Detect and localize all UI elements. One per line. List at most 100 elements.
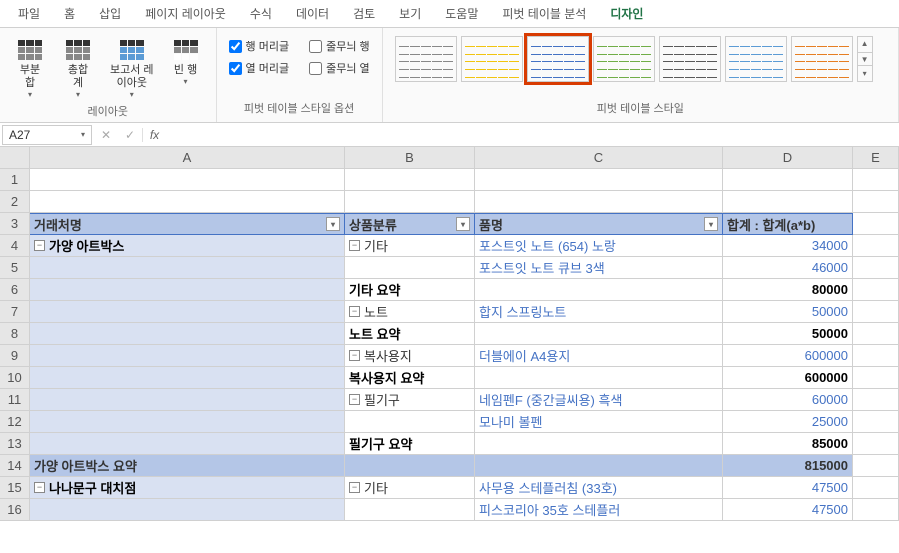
pivot-header-0[interactable]: 거래처명▾: [30, 213, 345, 235]
cell-C11[interactable]: 네임펜F (중간글씨용) 흑색: [475, 389, 723, 411]
cell-A1[interactable]: [30, 169, 345, 191]
cell-A9[interactable]: [30, 345, 345, 367]
spreadsheet-grid[interactable]: ABCDE123거래처명▾상품분류▾품명▾합계 : 합계(a*b)4−가양 아트…: [0, 147, 899, 521]
collapse-button[interactable]: −: [349, 240, 360, 251]
cell-A11[interactable]: [30, 389, 345, 411]
cell-A4[interactable]: −가양 아트박스: [30, 235, 345, 257]
cell-E3[interactable]: [853, 213, 899, 235]
row-header-14[interactable]: 14: [0, 455, 30, 477]
cell-A15[interactable]: −나나문구 대치점: [30, 477, 345, 499]
cell-C6[interactable]: [475, 279, 723, 301]
menu-review[interactable]: 검토: [343, 3, 385, 24]
banded-rows-checkbox[interactable]: 줄무늬 행: [305, 36, 374, 56]
cell-D5[interactable]: 46000: [723, 257, 853, 279]
row-header-7[interactable]: 7: [0, 301, 30, 323]
cell-D8[interactable]: 50000: [723, 323, 853, 345]
row-header-15[interactable]: 15: [0, 477, 30, 499]
cell-E6[interactable]: [853, 279, 899, 301]
row-header-10[interactable]: 10: [0, 367, 30, 389]
filter-button[interactable]: ▾: [704, 217, 718, 231]
cell-C15[interactable]: 사무용 스테플러침 (33호): [475, 477, 723, 499]
pivot-style-thumb-2[interactable]: [527, 36, 589, 82]
cell-E2[interactable]: [853, 191, 899, 213]
cell-C10[interactable]: [475, 367, 723, 389]
cell-E8[interactable]: [853, 323, 899, 345]
cell-D4[interactable]: 34000: [723, 235, 853, 257]
cell-E15[interactable]: [853, 477, 899, 499]
cell-C8[interactable]: [475, 323, 723, 345]
collapse-button[interactable]: −: [34, 240, 45, 251]
cell-D13[interactable]: 85000: [723, 433, 853, 455]
cell-A16[interactable]: [30, 499, 345, 521]
collapse-button[interactable]: −: [34, 482, 45, 493]
pivot-style-thumb-4[interactable]: [659, 36, 721, 82]
cell-D2[interactable]: [723, 191, 853, 213]
cell-D9[interactable]: 600000: [723, 345, 853, 367]
pivot-header-1[interactable]: 상품분류▾: [345, 213, 475, 235]
row-header-2[interactable]: 2: [0, 191, 30, 213]
blank-rows-button[interactable]: 빈 행 ▾: [164, 36, 208, 88]
cell-B1[interactable]: [345, 169, 475, 191]
cell-B9[interactable]: −복사용지: [345, 345, 475, 367]
cell-B5[interactable]: [345, 257, 475, 279]
menu-file[interactable]: 파일: [8, 3, 50, 24]
row-header-5[interactable]: 5: [0, 257, 30, 279]
pivot-style-thumb-5[interactable]: [725, 36, 787, 82]
cell-C7[interactable]: 합지 스프링노트: [475, 301, 723, 323]
cell-E13[interactable]: [853, 433, 899, 455]
cell-C1[interactable]: [475, 169, 723, 191]
menu-home[interactable]: 홈: [54, 3, 85, 24]
cell-B7[interactable]: −노트: [345, 301, 475, 323]
menu-insert[interactable]: 삽입: [89, 3, 131, 24]
col-header-E[interactable]: E: [853, 147, 899, 169]
cell-E1[interactable]: [853, 169, 899, 191]
cell-B11[interactable]: −필기구: [345, 389, 475, 411]
collapse-button[interactable]: −: [349, 482, 360, 493]
col-header-B[interactable]: B: [345, 147, 475, 169]
menu-formulas[interactable]: 수식: [240, 3, 282, 24]
cell-A14[interactable]: 가양 아트박스 요약: [30, 455, 345, 477]
cell-A2[interactable]: [30, 191, 345, 213]
cell-C4[interactable]: 포스트잇 노트 (654) 노랑: [475, 235, 723, 257]
cell-A10[interactable]: [30, 367, 345, 389]
row-header-11[interactable]: 11: [0, 389, 30, 411]
cell-B6[interactable]: 기타 요약: [345, 279, 475, 301]
filter-button[interactable]: ▾: [456, 217, 470, 231]
cell-E9[interactable]: [853, 345, 899, 367]
fx-icon[interactable]: fx: [142, 128, 166, 142]
cell-D1[interactable]: [723, 169, 853, 191]
cell-C2[interactable]: [475, 191, 723, 213]
cell-B4[interactable]: −기타: [345, 235, 475, 257]
row-header-13[interactable]: 13: [0, 433, 30, 455]
scroll-up-icon[interactable]: ▲: [858, 37, 872, 51]
pivot-header-3[interactable]: 합계 : 합계(a*b): [723, 213, 853, 235]
cell-D16[interactable]: 47500: [723, 499, 853, 521]
cell-C5[interactable]: 포스트잇 노트 큐브 3색: [475, 257, 723, 279]
row-header-8[interactable]: 8: [0, 323, 30, 345]
col-header-A[interactable]: A: [30, 147, 345, 169]
cell-D7[interactable]: 50000: [723, 301, 853, 323]
cell-C12[interactable]: 모나미 볼펜: [475, 411, 723, 433]
name-box[interactable]: A27 ▾: [2, 125, 92, 145]
cell-B10[interactable]: 복사용지 요약: [345, 367, 475, 389]
cell-C14[interactable]: [475, 455, 723, 477]
enter-formula-button[interactable]: ✓: [118, 128, 142, 142]
row-header-9[interactable]: 9: [0, 345, 30, 367]
cell-C16[interactable]: 피스코리아 35호 스테플러: [475, 499, 723, 521]
cell-D14[interactable]: 815000: [723, 455, 853, 477]
cell-B2[interactable]: [345, 191, 475, 213]
pivot-style-thumb-6[interactable]: [791, 36, 853, 82]
style-gallery-scroll[interactable]: ▲▼▾: [857, 36, 873, 82]
menu-pivot-analyze[interactable]: 피벗 테이블 분석: [492, 3, 596, 24]
collapse-button[interactable]: −: [349, 394, 360, 405]
menu-design[interactable]: 디자인: [600, 3, 653, 24]
formula-input[interactable]: [166, 126, 899, 144]
cell-E5[interactable]: [853, 257, 899, 279]
cell-E14[interactable]: [853, 455, 899, 477]
filter-button[interactable]: ▾: [326, 217, 340, 231]
cell-A13[interactable]: [30, 433, 345, 455]
cell-B14[interactable]: [345, 455, 475, 477]
cell-B8[interactable]: 노트 요약: [345, 323, 475, 345]
cell-B16[interactable]: [345, 499, 475, 521]
cell-A8[interactable]: [30, 323, 345, 345]
